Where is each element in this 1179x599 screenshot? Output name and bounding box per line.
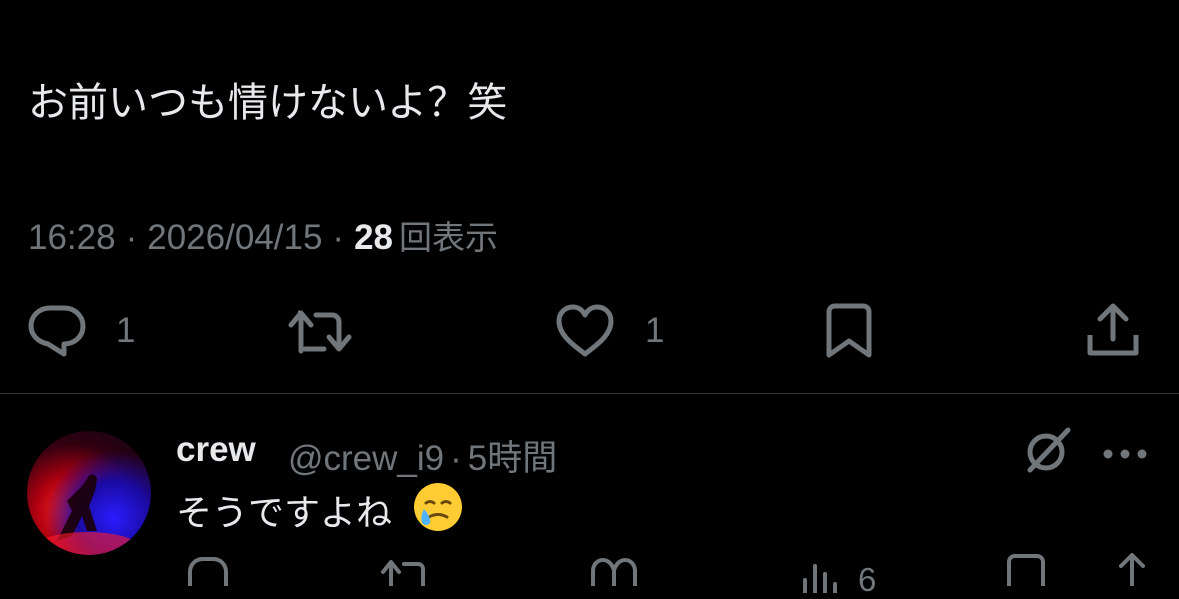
bookmark-icon <box>1007 554 1045 586</box>
retweet-icon <box>288 310 352 354</box>
tweet-text: お前いつも情けないよ？笑 <box>28 81 508 125</box>
reply-icon <box>28 305 86 357</box>
reply-bookmark-button[interactable] <box>1005 553 1047 586</box>
meta-separator: · <box>125 218 138 257</box>
reply-separator: · <box>450 439 462 478</box>
reply-handle[interactable]: @crew_i9 <box>288 439 444 478</box>
more-button[interactable] <box>1103 446 1147 464</box>
grok-button[interactable] <box>1024 426 1072 479</box>
like-count: 1 <box>645 311 665 350</box>
grok-icon <box>1027 427 1071 473</box>
reply-display-name[interactable]: crew <box>176 430 256 470</box>
reply-button[interactable]: 1 <box>28 304 135 358</box>
retweet-button[interactable] <box>288 305 354 357</box>
like-icon <box>556 304 614 357</box>
share-button[interactable] <box>1086 303 1140 359</box>
avatar-figure <box>37 474 137 555</box>
bookmark-button[interactable] <box>824 303 874 359</box>
share-icon <box>1087 303 1139 356</box>
reply-views-count: 6 <box>858 561 877 598</box>
tweet-date[interactable]: 2026/04/15 <box>147 218 322 257</box>
reply-retweet-button[interactable] <box>380 556 436 586</box>
reply-meta: @crew_i9 · 5時間 <box>288 430 557 481</box>
like-button[interactable]: 1 <box>555 304 664 358</box>
avatar[interactable] <box>27 431 151 555</box>
tweet-meta: 16:28 · 2026/04/15 · 28 回表示 <box>28 211 498 259</box>
reply-time[interactable]: 5時間 <box>468 439 557 478</box>
reply-share-button[interactable] <box>1110 552 1154 586</box>
meta-separator: · <box>332 218 345 257</box>
bookmark-icon <box>826 303 872 358</box>
reply-count: 1 <box>116 311 136 350</box>
views-count[interactable]: 28 <box>354 218 393 257</box>
reply-reply-button[interactable] <box>187 556 229 586</box>
reply-views-button[interactable]: 6 <box>800 553 876 599</box>
more-icon <box>1103 449 1147 459</box>
divider <box>0 393 1179 394</box>
reply-like-button[interactable] <box>590 556 638 586</box>
face-holding-back-tears-icon <box>414 483 462 531</box>
like-icon <box>591 557 637 586</box>
share-icon <box>1119 553 1145 586</box>
views-icon <box>803 563 837 593</box>
reply-icon <box>188 557 228 586</box>
tweet-time[interactable]: 16:28 <box>28 218 116 257</box>
reply-text: そうですよね <box>176 492 393 533</box>
views-label: 回表示 <box>399 219 499 256</box>
retweet-icon <box>381 560 425 586</box>
